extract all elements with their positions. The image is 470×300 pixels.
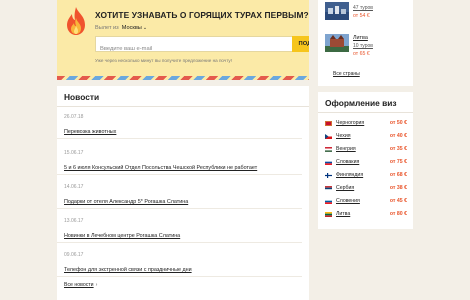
divider <box>57 208 302 209</box>
visa-row[interactable]: Венгрия от 35 € <box>325 146 407 155</box>
subscribe-button[interactable]: ПОДПИСАТЬСЯ <box>292 36 309 52</box>
visa-price: от 75 € <box>389 159 407 165</box>
news-link[interactable]: Новинки в Лечебном центре Рогашка Слатин… <box>64 233 180 239</box>
flag-icon <box>325 160 332 165</box>
news-date: 26.07.18 <box>64 114 84 120</box>
list-item: 15.06.17 5 и 6 июля Консульский Отдел По… <box>64 150 304 174</box>
email-field-wrapper <box>95 36 293 56</box>
visa-row[interactable]: Черногория от 50 € <box>325 120 407 129</box>
news-link[interactable]: 5 и 6 июля Консульский Отдел Посольства … <box>64 165 257 171</box>
visa-title: Оформление виз <box>325 98 397 108</box>
visa-price: от 40 € <box>389 133 407 139</box>
tour-thumbnail[interactable] <box>325 34 349 52</box>
arrow-right-icon[interactable]: › <box>96 282 98 288</box>
visa-price: от 80 € <box>389 211 407 217</box>
list-item: 26.07.18 Перевозка животных <box>64 114 304 138</box>
visa-price: от 50 € <box>389 120 407 126</box>
visa-row[interactable]: Чехия от 40 € <box>325 133 407 142</box>
visa-country[interactable]: Словения <box>336 198 360 204</box>
flag-icon <box>325 186 332 191</box>
visa-row[interactable]: Сербия от 38 € <box>325 185 407 194</box>
news-link[interactable]: Подарки от отеля Александр 5* Рогашка Сл… <box>64 199 188 205</box>
flag-icon <box>325 173 332 178</box>
news-date: 13.06.17 <box>64 218 84 224</box>
news-link[interactable]: Телефон для экстренной связи с праздничн… <box>64 267 192 273</box>
flag-icon <box>325 121 332 126</box>
divider <box>57 174 302 175</box>
list-item: 14.06.17 Подарки от отеля Александр 5* Р… <box>64 184 304 208</box>
visa-panel: Оформление виз Черногория от 50 € Чехия … <box>318 92 413 229</box>
tours-panel: 47 туров от 54 € Литва 10 туров от 65 € … <box>318 0 413 86</box>
all-news-label[interactable]: Все новости <box>64 282 94 288</box>
visa-country[interactable]: Литва <box>336 211 350 217</box>
list-item: 13.06.17 Новинки в Лечебном центре Рогаш… <box>64 218 304 242</box>
visa-country[interactable]: Черногория <box>336 120 364 126</box>
visa-row[interactable]: Литва от 80 € <box>325 211 407 220</box>
news-panel: Новости 26.07.18 Перевозка животных 15.0… <box>57 86 309 300</box>
news-date: 14.06.17 <box>64 184 84 190</box>
visa-country[interactable]: Венгрия <box>336 146 356 152</box>
email-field[interactable] <box>96 42 236 56</box>
subscribe-banner: ХОТИТЕ УЗНАВАТЬ О ГОРЯЩИХ ТУРАХ ПЕРВЫМ? … <box>57 0 309 80</box>
list-item: 09.06.17 Телефон для экстренной связи с … <box>64 252 304 276</box>
all-countries-link[interactable]: Все страны <box>333 71 360 77</box>
visa-price: от 45 € <box>389 198 407 204</box>
visa-row[interactable]: Словения от 45 € <box>325 198 407 207</box>
all-news-link[interactable]: Все новости › <box>64 282 97 288</box>
chevron-down-icon[interactable]: ⌄ <box>143 25 147 31</box>
visa-row[interactable]: Словакия от 75 € <box>325 159 407 168</box>
news-link[interactable]: Перевозка животных <box>64 129 116 135</box>
flame-icon <box>67 7 85 35</box>
tour-price: от 65 € <box>353 51 370 57</box>
tour-price: от 54 € <box>353 13 370 19</box>
subscribe-note: Уже через несколько минут вы получите пр… <box>95 58 233 63</box>
airmail-stripe <box>57 76 309 80</box>
departure-city-selector[interactable]: Вылет из Москвы⌄ <box>95 25 147 31</box>
tour-name[interactable]: Литва <box>353 35 368 41</box>
subscribe-title: ХОТИТЕ УЗНАВАТЬ О ГОРЯЩИХ ТУРАХ ПЕРВЫМ? <box>95 10 309 20</box>
tour-count[interactable]: 47 туров <box>353 5 373 11</box>
divider <box>57 138 302 139</box>
news-title: Новости <box>64 92 100 102</box>
tour-count[interactable]: 10 туров <box>353 43 373 49</box>
visa-country[interactable]: Словакия <box>336 159 359 165</box>
city-value[interactable]: Москвы <box>122 25 142 31</box>
visa-country[interactable]: Сербия <box>336 185 354 191</box>
news-date: 09.06.17 <box>64 252 84 258</box>
divider <box>318 112 413 113</box>
visa-country[interactable]: Финляндия <box>336 172 363 178</box>
flag-icon <box>325 134 332 139</box>
flag-icon <box>325 199 332 204</box>
flag-icon <box>325 212 332 217</box>
visa-row[interactable]: Финляндия от 68 € <box>325 172 407 181</box>
visa-price: от 35 € <box>389 146 407 152</box>
divider <box>57 106 309 107</box>
divider <box>57 242 302 243</box>
news-date: 15.06.17 <box>64 150 84 156</box>
visa-price: от 68 € <box>389 172 407 178</box>
tour-thumbnail[interactable] <box>325 2 349 20</box>
visa-country[interactable]: Чехия <box>336 133 351 139</box>
divider <box>57 276 302 277</box>
city-label: Вылет из <box>95 25 119 31</box>
flag-icon <box>325 147 332 152</box>
visa-price: от 38 € <box>389 185 407 191</box>
